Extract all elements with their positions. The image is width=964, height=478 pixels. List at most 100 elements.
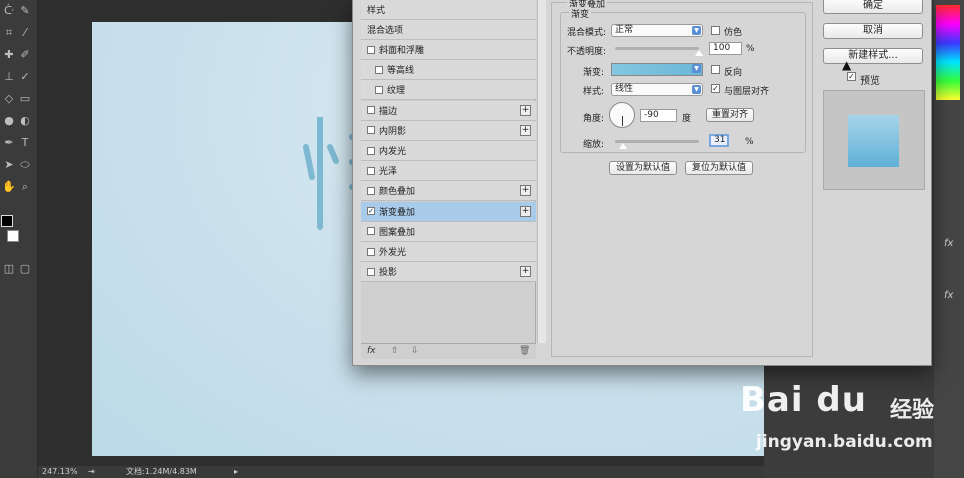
- style-item[interactable]: 颜色叠加 +: [361, 181, 536, 202]
- style-item[interactable]: 投影 +: [361, 262, 536, 283]
- zoom-level[interactable]: 247.13%: [42, 466, 78, 478]
- style-item-label: 图案叠加: [379, 227, 416, 238]
- style-checkbox[interactable]: [367, 45, 375, 54]
- fx-menu-icon[interactable]: fx: [367, 346, 376, 356]
- style-item-label: 渐变叠加: [379, 207, 416, 218]
- dodge-icon[interactable]: ◐: [18, 114, 32, 128]
- move-down-icon[interactable]: ⇩: [411, 346, 419, 356]
- style-checkbox[interactable]: [367, 267, 375, 276]
- style-item[interactable]: 外发光: [361, 242, 536, 262]
- status-bar: 247.13% ⇥ 文档:1.24M/4.83M ▸: [38, 466, 764, 478]
- add-style-icon[interactable]: +: [520, 124, 531, 136]
- opacity-slider-thumb[interactable]: [695, 50, 703, 56]
- pen-icon[interactable]: ✒: [2, 136, 16, 150]
- style-item[interactable]: 纹理: [361, 80, 536, 101]
- ok-button[interactable]: 确定: [823, 0, 923, 14]
- layer-fx-icon-2[interactable]: fx: [944, 290, 953, 301]
- style-item[interactable]: 内阴影 +: [361, 120, 536, 141]
- preview-checkbox[interactable]: ✓: [847, 72, 856, 81]
- foreground-color-swatch[interactable]: [1, 215, 13, 227]
- style-list-footer: fx ⇧ ⇩ 🗑: [361, 343, 536, 359]
- quick-mask-icon[interactable]: ◫: [2, 262, 16, 276]
- crop-icon[interactable]: ⌗: [2, 26, 16, 40]
- cancel-button[interactable]: 取消: [823, 23, 923, 39]
- eyedropper-icon[interactable]: ⁄: [18, 26, 32, 40]
- path-select-icon[interactable]: ➤: [2, 158, 16, 172]
- ellipse-tool-icon[interactable]: ⬭: [18, 158, 32, 172]
- style-item[interactable]: 斜面和浮雕: [361, 40, 536, 60]
- gradient-style-select[interactable]: 线性 ▼: [611, 83, 703, 96]
- opacity-slider[interactable]: [615, 47, 699, 50]
- style-list: 样式 混合选项 斜面和浮雕等高线纹理描边 + 内阴影 + 内发光 光泽 颜色叠加 + ✓ 渐变叠加…: [361, 0, 536, 343]
- style-checkbox[interactable]: [367, 186, 375, 195]
- lasso-icon[interactable]: ᑤ: [2, 4, 16, 18]
- style-checkbox[interactable]: [367, 166, 375, 175]
- move-up-icon[interactable]: ⇧: [391, 346, 399, 356]
- style-checkbox[interactable]: [375, 85, 383, 94]
- color-spectrum[interactable]: [936, 5, 960, 100]
- reset-align-button[interactable]: 重置对齐: [706, 108, 754, 122]
- blur-icon[interactable]: ●: [2, 114, 16, 128]
- style-item[interactable]: 描边 +: [361, 100, 536, 121]
- chevron-down-icon: ▼: [692, 26, 701, 35]
- eraser-icon[interactable]: ◇: [2, 92, 16, 106]
- style-item[interactable]: 光泽: [361, 161, 536, 182]
- zoom-icon[interactable]: ⌕: [18, 180, 32, 194]
- trash-icon[interactable]: 🗑: [519, 346, 530, 356]
- dither-checkbox[interactable]: [711, 26, 720, 35]
- gradient-picker[interactable]: ▼: [611, 63, 703, 76]
- style-checkbox[interactable]: ✓: [367, 207, 375, 216]
- group-title: 渐变: [569, 7, 592, 20]
- style-checkbox[interactable]: [367, 106, 375, 115]
- angle-input[interactable]: -90: [640, 109, 677, 122]
- new-style-button[interactable]: 新建样式...: [823, 48, 923, 64]
- add-style-icon[interactable]: +: [520, 266, 531, 278]
- status-menu-icon[interactable]: ▸: [234, 466, 238, 478]
- style-item[interactable]: 等高线: [361, 60, 536, 81]
- add-style-icon[interactable]: +: [520, 205, 531, 217]
- history-brush-icon[interactable]: ✓: [18, 70, 32, 84]
- style-checkbox[interactable]: [367, 146, 375, 155]
- style-checkbox[interactable]: [367, 126, 375, 135]
- brush-icon[interactable]: ✐: [18, 48, 32, 62]
- style-item-label: 描边: [379, 106, 398, 117]
- scale-input[interactable]: 31: [709, 134, 729, 147]
- type-tool-icon[interactable]: T: [18, 136, 32, 150]
- angle-unit: 度: [682, 114, 692, 124]
- set-default-button[interactable]: 设置为默认值: [609, 161, 677, 175]
- status-arrow-icon[interactable]: ⇥: [88, 466, 95, 478]
- gradient-tool-icon[interactable]: ▭: [18, 92, 32, 106]
- gradient-label: 渐变:: [583, 68, 605, 78]
- style-item[interactable]: 图案叠加: [361, 221, 536, 242]
- scale-slider-thumb[interactable]: [619, 143, 628, 149]
- style-list-scrollbar[interactable]: [537, 0, 546, 343]
- style-item[interactable]: 内发光: [361, 141, 536, 161]
- style-checkbox[interactable]: [375, 65, 383, 74]
- angle-dial[interactable]: [609, 102, 635, 128]
- stamp-icon[interactable]: ⊥: [2, 70, 16, 84]
- add-style-icon[interactable]: +: [520, 185, 531, 197]
- magic-wand-icon[interactable]: ✎: [18, 4, 32, 18]
- reverse-checkbox[interactable]: [711, 65, 720, 74]
- healing-icon[interactable]: ✚: [2, 48, 16, 62]
- align-layer-checkbox[interactable]: ✓: [711, 84, 720, 93]
- style-item[interactable]: ✓ 渐变叠加 +: [361, 201, 536, 222]
- blend-mode-select[interactable]: 正常 ▼: [611, 24, 703, 37]
- style-item-label: 斜面和浮雕: [379, 46, 425, 56]
- add-style-icon[interactable]: +: [520, 104, 531, 116]
- screen-mode-icon[interactable]: ▢: [18, 262, 32, 276]
- style-checkbox[interactable]: [367, 247, 375, 256]
- styles-header[interactable]: 样式: [361, 0, 536, 20]
- blend-options-item[interactable]: 混合选项: [361, 20, 536, 40]
- hand-icon[interactable]: ✋: [2, 180, 16, 194]
- layer-fx-icon[interactable]: fx: [944, 238, 953, 249]
- styles-header-label: 样式: [367, 6, 386, 16]
- gradient-dropdown[interactable]: ▼: [690, 63, 702, 76]
- background-color-swatch[interactable]: [7, 230, 19, 242]
- scale-slider[interactable]: [615, 140, 699, 143]
- style-checkbox[interactable]: [367, 227, 375, 236]
- style-item-label: 内阴影: [379, 126, 407, 137]
- style-item-label: 纹理: [387, 86, 406, 97]
- opacity-input[interactable]: 100: [709, 42, 742, 55]
- reset-default-button[interactable]: 复位为默认值: [685, 161, 753, 175]
